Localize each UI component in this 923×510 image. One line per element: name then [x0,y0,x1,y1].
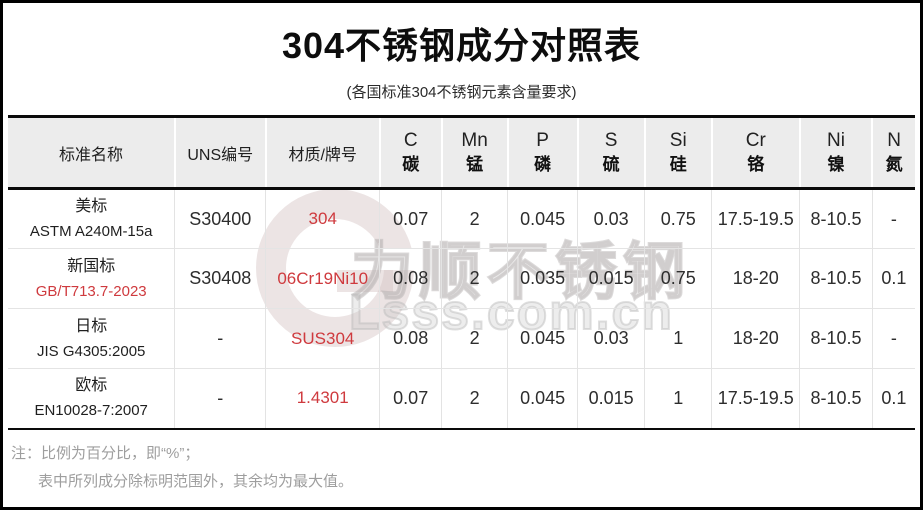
col-header-s: S硫 [576,115,645,190]
element-cn: 铬 [747,154,765,174]
standard-cell: 美标 ASTM A240M-15a [8,188,175,249]
value-cell-mn: 2 [441,188,508,249]
value-cell-cr: 17.5-19.5 [711,188,800,249]
standard-name: 美标 [75,198,108,215]
standard-code: ASTM A240M-15a [29,223,153,240]
col-header-mn: Mn 锰 [440,115,508,190]
value-cell-ni: 8-10.5 [799,248,873,309]
col-header-grade: 材质/牌号 [264,115,380,190]
note-line: 注：比例为百分比，即“%”； [11,444,200,462]
value-cell-s: 0.015 [577,368,645,430]
grade-cell: 1.4301 [265,368,380,430]
value-cell-c: 0.07 [379,188,442,249]
header-row: 标准名称 UNS编号 材质/牌号 C碳 Mn 锰 P磷 S硫 Si 硅 Cr 铬 Ni… [8,115,915,190]
value-cell-si: 0.75 [644,248,712,309]
standard-code: EN10028-7:2007 [34,402,148,420]
value-cell-cr: 18-20 [711,308,800,369]
value-cell-ni: 8-10.5 [799,368,873,430]
grade-cell: 304 [265,188,380,249]
standard-name: 新国标 [67,257,116,275]
col-header-ni: Ni 镍 [798,115,873,190]
element-symbol: Ni [827,129,845,151]
uns-cell: - [174,368,266,430]
standard-code: JIS G4305:2005 [36,342,146,360]
page-subtitle: (各国标准304不锈钢元素含量要求) [346,84,577,101]
element-symbol: P [536,129,549,151]
value-cell-mn: 2 [441,368,508,430]
grade-cell: 06Cr19Ni10 [265,248,380,309]
value-cell-c: 0.08 [379,308,442,369]
element-cn: 锰 [466,154,484,174]
value-cell-c: 0.08 [379,248,442,309]
value-cell-s: 0.03 [577,188,645,249]
value-cell-mn: 2 [441,248,508,309]
element-symbol: N [887,129,902,151]
value-cell-n: - [871,308,915,369]
value-cell-p: 0.035 [507,248,578,309]
element-symbol: C [403,129,418,151]
value-cell-s: 0.03 [577,308,645,369]
table-row-astm: 美标 ASTM A240M-15a S30400 304 0.07 2 0.045… [8,188,915,249]
element-cn: 硫 [602,154,620,174]
page-title: 304不锈钢成分对照表 [281,25,642,66]
element-symbol: Si [669,129,687,151]
value-cell-cr: 18-20 [711,248,800,309]
standard-cell: 欧标 EN10028-7:2007 [8,368,175,430]
value-cell-si: 1 [644,368,712,430]
element-cn: 磷 [534,154,552,174]
value-cell-s: 0.015 [577,248,645,309]
col-header-cr: Cr 铬 [710,115,800,190]
value-cell-n: 0.1 [871,248,915,309]
value-cell-p: 0.045 [507,368,578,430]
standard-cell: 日标 JIS G4305:2005 [8,308,175,369]
table-row-jis: 日标 JIS G4305:2005 - SUS304 0.08 2 0.045 0… [8,308,915,369]
table-row-en: 欧标 EN10028-7:2007 - 1.4301 0.07 2 0.045 0… [8,368,915,430]
content: 304不锈钢成分对照表 (各国标准304不锈钢元素含量要求) 标准名称 UNS编… [3,3,920,496]
value-cell-c: 0.07 [379,368,442,430]
standard-code: GB/T713.7-2023 [35,282,147,300]
uns-cell: - [174,308,266,369]
standard-name: 欧标 [75,377,108,395]
value-cell-cr: 17.5-19.5 [711,368,800,430]
note-line: 表中所列成分除标明范围外，其余均为最大值。 [38,472,354,490]
element-symbol: Cr [745,129,766,151]
value-cell-p: 0.045 [507,188,578,249]
col-header-si: Si 硅 [643,115,712,190]
element-cn: 碳 [402,154,420,174]
col-header-c: C碳 [378,115,442,190]
value-cell-ni: 8-10.5 [799,308,873,369]
col-header-p: P磷 [506,115,578,190]
col-header-uns: UNS编号 [173,115,266,190]
col-header-standard-name: 标准名称 [8,115,175,190]
value-cell-p: 0.045 [507,308,578,369]
value-cell-si: 1 [644,308,712,369]
value-cell-n: 0.1 [871,368,915,430]
col-header-n: N氮 [871,115,915,190]
value-cell-n: - [871,188,915,249]
standard-cell: 新国标 GB/T713.7-2023 [8,248,175,309]
uns-cell: S30400 [174,188,266,249]
value-cell-ni: 8-10.5 [799,188,873,249]
uns-cell: S30408 [174,248,266,309]
grade-cell: SUS304 [265,308,380,369]
value-cell-si: 0.75 [644,188,712,249]
page: 力顺不锈钢 Lsss.com.cn 304不锈钢成分对照表 (各国标准304不锈… [0,0,923,510]
element-cn: 硅 [669,154,687,174]
element-symbol: Mn [461,129,488,151]
footnotes: 注：比例为百分比，即“%”； 表中所列成分除标明范围外，其余均为最大值。 [11,440,920,496]
element-cn: 氮 [885,154,903,174]
value-cell-mn: 2 [441,308,508,369]
table-row-gb: 新国标 GB/T713.7-2023 S30408 06Cr19Ni10 0.08… [8,248,915,309]
standard-name: 日标 [75,317,108,335]
composition-table: 标准名称 UNS编号 材质/牌号 C碳 Mn 锰 P磷 S硫 Si 硅 Cr 铬 Ni… [8,115,915,430]
element-cn: 镍 [827,154,845,174]
element-symbol: S [604,129,618,151]
